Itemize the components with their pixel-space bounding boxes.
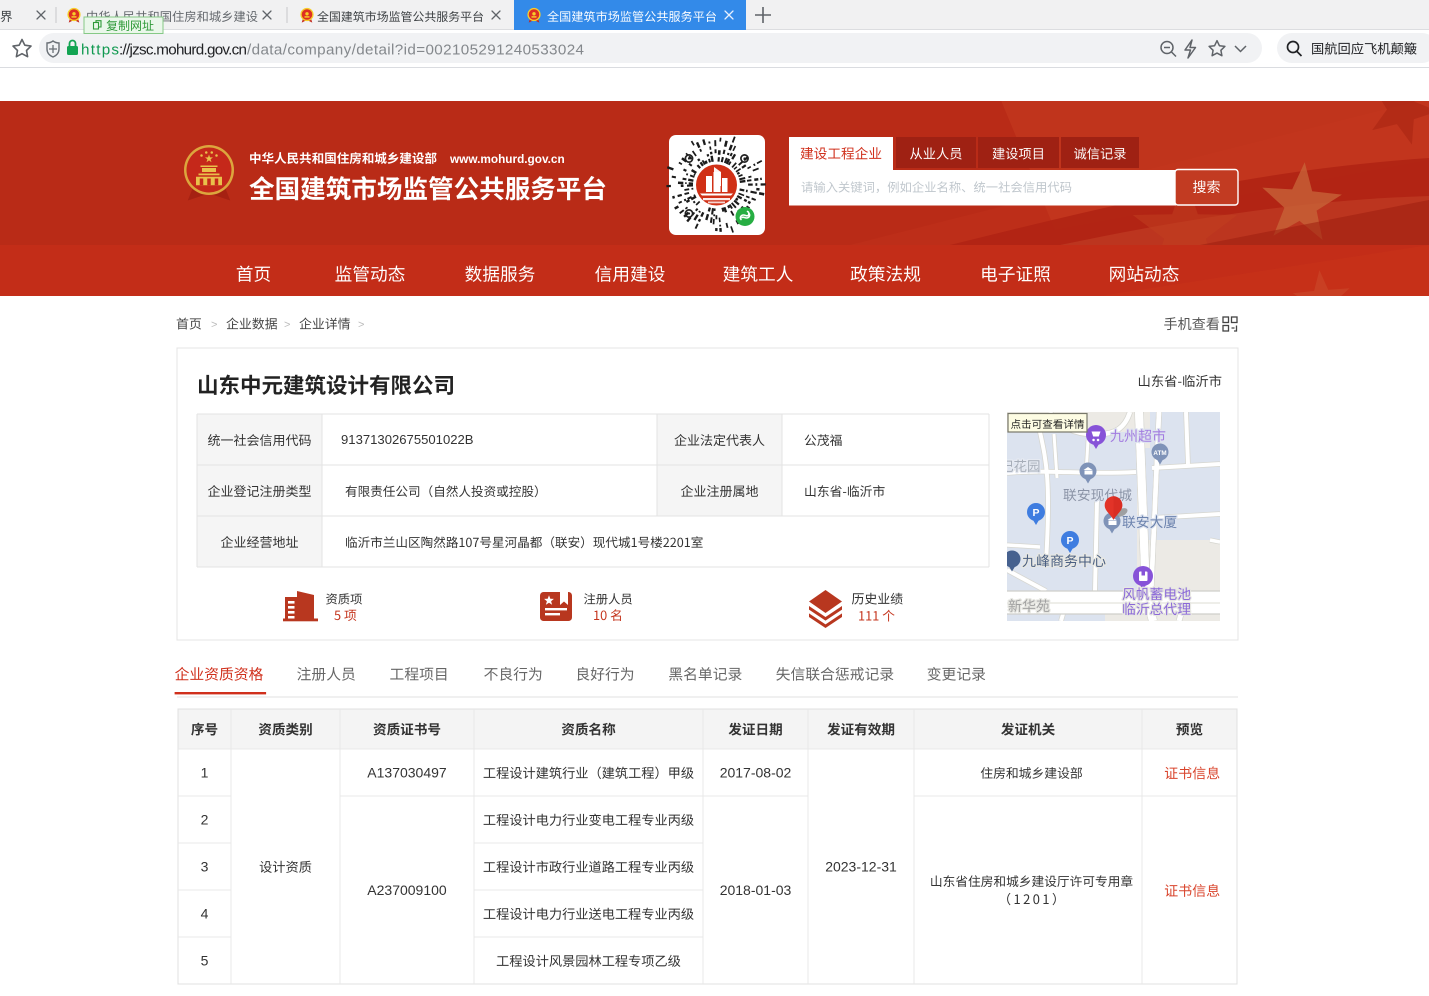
svg-text:/data/company/detail?id=002105: /data/company/detail?id=0021052912405330… xyxy=(247,42,584,59)
svg-text:A237009100: A237009100 xyxy=(367,882,447,898)
svg-text:P: P xyxy=(1032,507,1039,519)
svg-text:1: 1 xyxy=(201,765,209,781)
svg-text:2018-01-03: 2018-01-03 xyxy=(720,882,792,898)
svg-text:P: P xyxy=(1066,535,1073,547)
svg-text:www.mohurd.gov.cn: www.mohurd.gov.cn xyxy=(449,152,565,166)
svg-text:2: 2 xyxy=(201,812,209,828)
svg-text:2023-12-31: 2023-12-31 xyxy=(825,859,897,875)
svg-text:>: > xyxy=(284,319,290,331)
svg-text:https: https xyxy=(81,42,119,59)
svg-text:3: 3 xyxy=(201,859,209,875)
svg-text:>: > xyxy=(211,319,217,331)
svg-text:91371302675501022B: 91371302675501022B xyxy=(341,432,474,447)
svg-text:A137030497: A137030497 xyxy=(367,765,447,781)
svg-text:>: > xyxy=(358,319,364,331)
svg-text:5: 5 xyxy=(201,953,209,969)
svg-text:ATM: ATM xyxy=(1153,450,1166,457)
svg-text:://jzsc.mohurd.gov.cn: ://jzsc.mohurd.gov.cn xyxy=(119,42,247,59)
svg-text:2017-08-02: 2017-08-02 xyxy=(720,765,792,781)
svg-text:4: 4 xyxy=(201,906,209,922)
